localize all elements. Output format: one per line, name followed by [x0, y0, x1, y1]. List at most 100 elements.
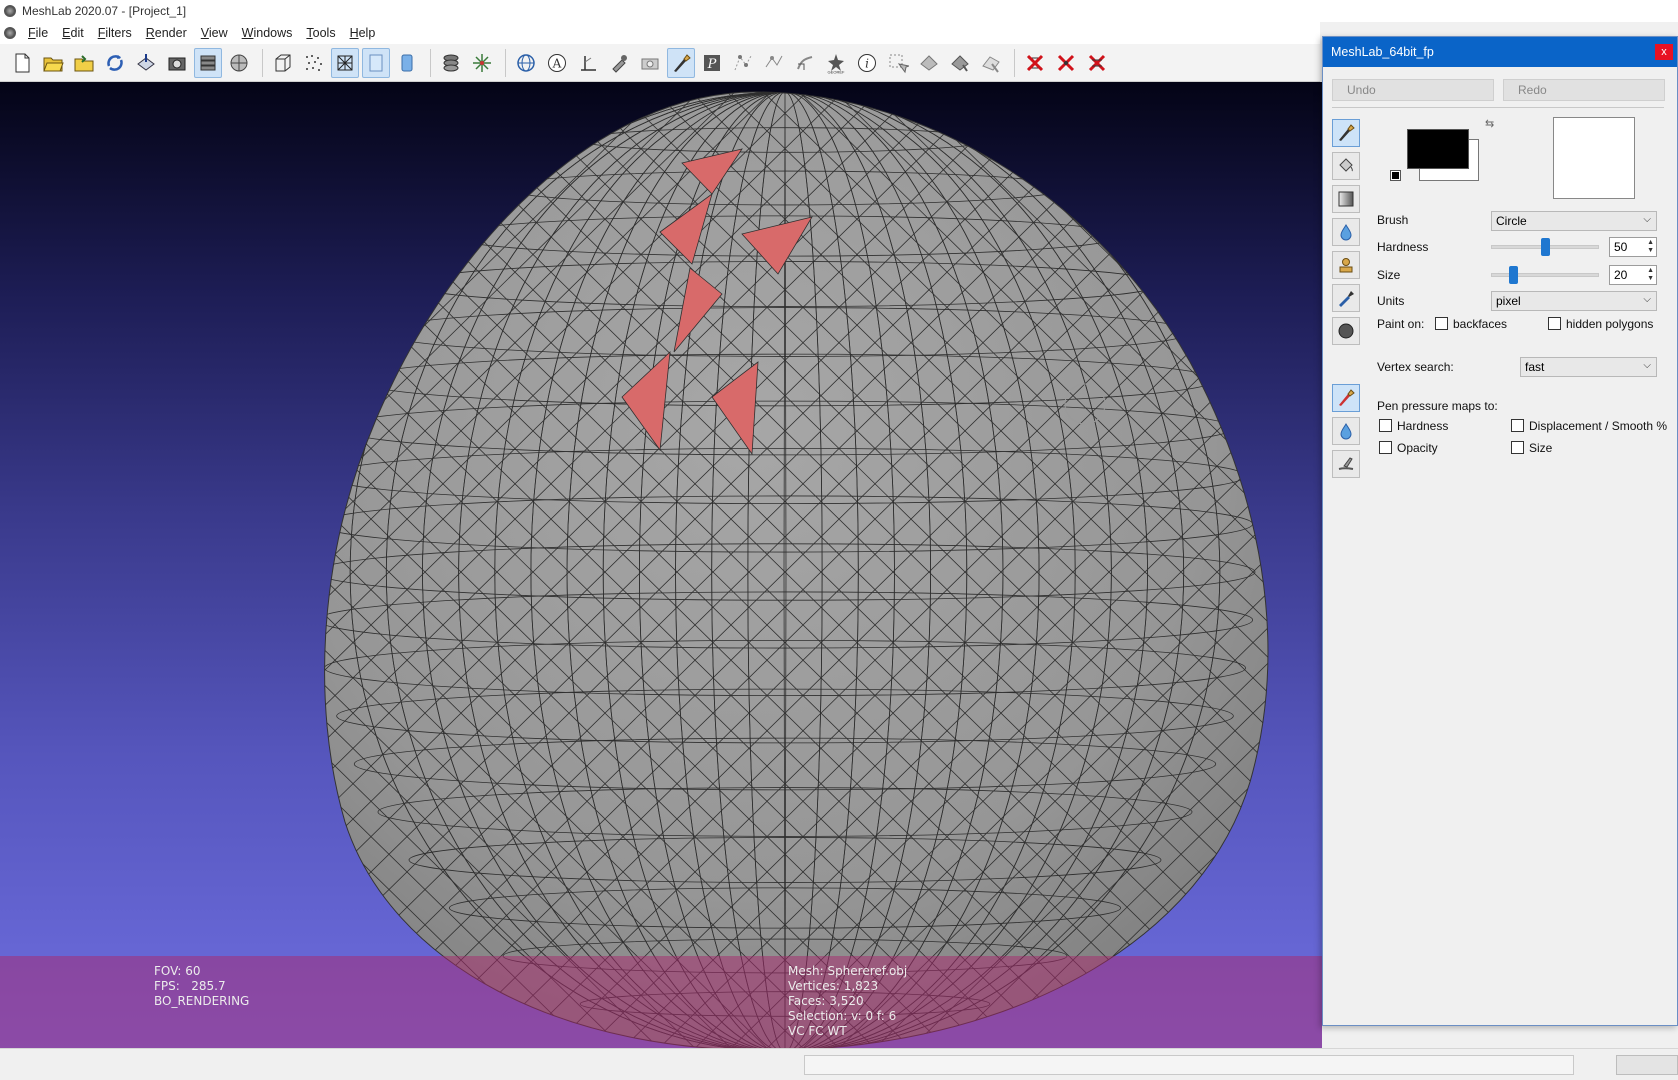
- 3d-viewport[interactable]: FOV: 60 FPS: 285.7 BO_RENDERING Mesh: Sp…: [0, 82, 1322, 1048]
- select-vertex-icon[interactable]: [729, 48, 757, 78]
- gradient-tool-icon[interactable]: [1332, 185, 1360, 213]
- camera-icon[interactable]: [636, 48, 664, 78]
- status-progress: [804, 1055, 1574, 1075]
- hardness-spinbox[interactable]: 50 ▲ ▼: [1609, 237, 1657, 257]
- paint-select-icon[interactable]: [605, 48, 633, 78]
- select-faces-icon[interactable]: [884, 48, 912, 78]
- vertices-text: Vertices: 1,823: [788, 979, 879, 993]
- points-icon[interactable]: [300, 48, 328, 78]
- faces-text: Faces: 3,520: [788, 994, 864, 1008]
- meshlab-logo-icon: [4, 5, 16, 17]
- viewport-info-bar: FOV: 60 FPS: 285.7 BO_RENDERING Mesh: Sp…: [0, 956, 1322, 1048]
- smooth-tool-icon[interactable]: [1332, 218, 1360, 246]
- status-bar: [0, 1048, 1678, 1080]
- toolbar-separator: [262, 48, 263, 77]
- menu-help[interactable]: Help: [344, 26, 384, 40]
- menu-file[interactable]: File: [22, 26, 56, 40]
- render-mode-text: BO_RENDERING: [154, 994, 250, 1008]
- svg-text:i: i: [865, 56, 869, 70]
- reload-icon[interactable]: [101, 48, 129, 78]
- delete-vertices-icon[interactable]: [1052, 48, 1080, 78]
- clone-tool-icon[interactable]: [1332, 251, 1360, 279]
- wireframe-icon[interactable]: [331, 47, 359, 78]
- layers-icon[interactable]: [194, 47, 222, 78]
- annotate-icon[interactable]: A: [543, 48, 571, 78]
- brush-select[interactable]: Circle ⌵: [1491, 211, 1657, 231]
- menu-view[interactable]: View: [195, 26, 236, 40]
- select-z-icon[interactable]: [946, 48, 974, 78]
- hidden-polygons-label: hidden polygons: [1566, 317, 1654, 331]
- snapshot-icon[interactable]: [163, 48, 191, 78]
- vertex-search-select[interactable]: fast ⌵: [1520, 357, 1657, 377]
- size-slider-track[interactable]: [1491, 273, 1599, 277]
- size-label: Size: [1377, 268, 1401, 282]
- select-stroke-icon[interactable]: [977, 48, 1005, 78]
- import-mesh-icon[interactable]: [70, 48, 98, 78]
- flat-icon[interactable]: [362, 47, 390, 78]
- size-slider-thumb[interactable]: [1508, 266, 1518, 284]
- panel-title-bar[interactable]: MeshLab_64bit_fp x: [1323, 37, 1677, 67]
- close-button[interactable]: x: [1655, 44, 1673, 60]
- pressure-size-checkbox[interactable]: [1511, 441, 1524, 454]
- backfaces-checkbox[interactable]: [1435, 317, 1448, 330]
- pen-tool-icon[interactable]: [1332, 119, 1360, 147]
- fps-text: FPS: 285.7: [154, 979, 226, 993]
- render-mode-icon[interactable]: [225, 48, 253, 78]
- measure-icon[interactable]: [574, 48, 602, 78]
- mesh-info: Mesh: Sphereref.obj Vertices: 1,823 Face…: [788, 964, 907, 1039]
- foreground-color-swatch[interactable]: [1407, 129, 1469, 169]
- align-icon[interactable]: [791, 48, 819, 78]
- menu-tools[interactable]: Tools: [300, 26, 343, 40]
- trackball-icon[interactable]: [468, 48, 496, 78]
- pressure-displacement-label: Displacement / Smooth %: [1529, 419, 1668, 433]
- select-region-icon[interactable]: [915, 48, 943, 78]
- separator: [1332, 107, 1664, 108]
- menu-filters[interactable]: Filters: [92, 26, 140, 40]
- hardness-slider-thumb[interactable]: [1541, 238, 1550, 256]
- hidden-polygons-checkbox[interactable]: [1548, 317, 1561, 330]
- delete-faces-icon[interactable]: [1021, 48, 1049, 78]
- document-menu-icon[interactable]: [4, 27, 16, 39]
- menu-edit[interactable]: Edit: [56, 26, 92, 40]
- fill-bucket-icon[interactable]: [1332, 152, 1360, 180]
- pressure-displacement-checkbox[interactable]: [1511, 419, 1524, 432]
- smooth-mode-icon[interactable]: [1332, 417, 1360, 445]
- units-select[interactable]: pixel ⌵: [1491, 291, 1657, 311]
- menu-render[interactable]: Render: [140, 26, 195, 40]
- undo-button[interactable]: Undo: [1332, 79, 1494, 101]
- noise-tool-icon[interactable]: [1332, 317, 1360, 345]
- pressure-opacity-checkbox[interactable]: [1379, 441, 1392, 454]
- new-project-icon[interactable]: [8, 48, 36, 78]
- select-connected-icon[interactable]: [760, 48, 788, 78]
- chevron-down-icon: ⌵: [1643, 360, 1651, 371]
- globe-icon[interactable]: [512, 48, 540, 78]
- z-paint-icon[interactable]: [667, 47, 695, 78]
- toolbar-separator: [505, 48, 506, 77]
- svg-text:P: P: [707, 57, 717, 72]
- layer-stack-icon[interactable]: [437, 48, 465, 78]
- pressure-hardness-checkbox[interactable]: [1379, 419, 1392, 432]
- texture-icon[interactable]: P: [698, 48, 726, 78]
- menu-bar: File Edit Filters Render View Windows To…: [0, 22, 1320, 44]
- svg-text:A: A: [552, 56, 562, 70]
- redo-button[interactable]: Redo: [1503, 79, 1665, 101]
- brush-select-value: Circle: [1496, 214, 1527, 228]
- delete-all-icon[interactable]: [1083, 48, 1111, 78]
- paint-mode-icon[interactable]: [1332, 384, 1360, 412]
- swap-colors-icon[interactable]: ⇆: [1485, 117, 1494, 130]
- info-icon[interactable]: i: [853, 48, 881, 78]
- smooth-icon[interactable]: [393, 48, 421, 78]
- export-icon[interactable]: [132, 48, 160, 78]
- bbox-icon[interactable]: [269, 48, 297, 78]
- reset-colors-icon[interactable]: [1390, 170, 1401, 181]
- size-spinbox[interactable]: 20 ▲ ▼: [1609, 265, 1657, 285]
- open-project-icon[interactable]: [39, 48, 67, 78]
- pick-color-icon[interactable]: [1332, 284, 1360, 312]
- spin-arrows-icon[interactable]: ▲ ▼: [1647, 267, 1654, 283]
- pressure-opacity-label: Opacity: [1397, 441, 1438, 455]
- georef-icon[interactable]: GEOREF: [822, 48, 850, 78]
- selection-text: Selection: v: 0 f: 6: [788, 1009, 897, 1023]
- menu-windows[interactable]: Windows: [236, 26, 301, 40]
- sculpt-mode-icon[interactable]: [1332, 450, 1360, 478]
- spin-arrows-icon[interactable]: ▲ ▼: [1647, 239, 1654, 255]
